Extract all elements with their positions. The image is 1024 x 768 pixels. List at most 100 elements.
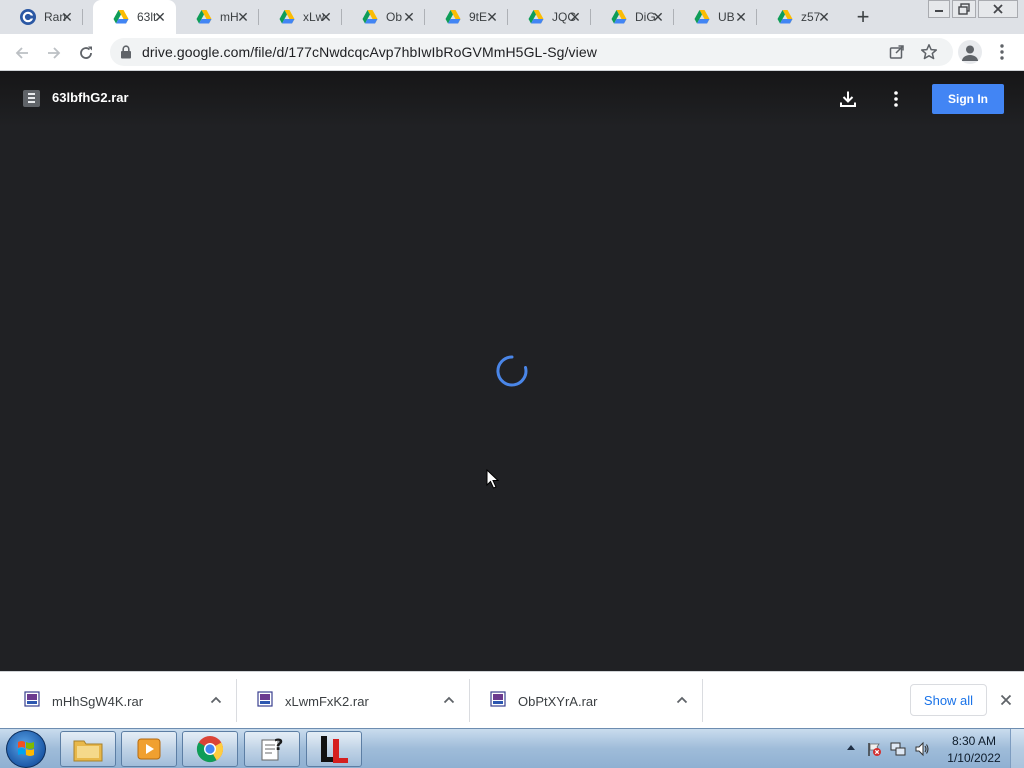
taskbar-explorer[interactable]: [60, 731, 116, 767]
account-icon: [962, 45, 978, 61]
google-drive-icon: [611, 10, 627, 24]
windows-taskbar: ? 8:30 AM 1/10/2022: [0, 728, 1024, 768]
loading-spinner-icon: [496, 355, 528, 387]
window-close-button[interactable]: [978, 0, 1018, 18]
taskbar-ll-app[interactable]: [306, 731, 362, 767]
browser-tab[interactable]: 9tE ✕: [425, 0, 508, 34]
tab-close-icon[interactable]: ✕: [59, 9, 75, 25]
clock-date[interactable]: 1/10/2022: [940, 751, 1008, 765]
tab-close-icon[interactable]: ✕: [401, 9, 417, 25]
profile-button[interactable]: [958, 40, 982, 64]
system-tray: 8:30 AM 1/10/2022: [840, 729, 1024, 768]
chrome-c-icon: [20, 9, 36, 25]
browser-tab[interactable]: Ran ✕: [0, 0, 83, 34]
tab-close-icon[interactable]: ✕: [816, 9, 832, 25]
browser-tab[interactable]: Ob ✕: [342, 0, 425, 34]
tab-close-icon[interactable]: ✕: [733, 9, 749, 25]
tab-close-icon[interactable]: ✕: [484, 9, 500, 25]
download-button[interactable]: [836, 87, 860, 111]
reload-button[interactable]: [72, 39, 100, 67]
address-bar[interactable]: drive.google.com/file/d/177cNwdcqcAvp7hb…: [110, 38, 953, 66]
download-icon: [840, 91, 856, 107]
tab-divider: [82, 9, 83, 25]
taskbar-chrome[interactable]: [182, 731, 238, 767]
kebab-menu-icon: [1000, 44, 1004, 60]
taskbar-media-player[interactable]: [121, 731, 177, 767]
zip-icon: [28, 93, 35, 103]
windows-explorer-icon: [73, 740, 103, 762]
download-file-name: xLwmFxK2.rar: [285, 694, 369, 709]
more-actions-button[interactable]: [884, 87, 908, 111]
download-item[interactable]: xLwmFxK2.rar: [237, 679, 470, 722]
lock-icon[interactable]: [120, 45, 132, 59]
close-download-shelf-button[interactable]: [998, 692, 1014, 708]
restore-icon: [958, 3, 970, 15]
tab-close-icon[interactable]: ✕: [650, 9, 666, 25]
volume-icon[interactable]: [914, 741, 930, 757]
tab-close-icon[interactable]: ✕: [318, 9, 334, 25]
help-document-icon: ?: [261, 735, 283, 761]
window-restore-button[interactable]: [952, 0, 976, 18]
ll-app-icon: [321, 736, 348, 763]
google-drive-icon: [694, 10, 710, 24]
tab-close-icon[interactable]: ✕: [152, 9, 168, 25]
chevron-up-icon[interactable]: [442, 693, 456, 707]
minimize-icon: [935, 10, 943, 12]
url-text[interactable]: drive.google.com/file/d/177cNwdcqcAvp7hb…: [142, 44, 597, 60]
google-drive-icon: [279, 10, 295, 24]
google-drive-icon: [196, 10, 212, 24]
close-icon: [1000, 694, 1012, 706]
winrar-file-icon: [490, 691, 506, 707]
google-drive-icon: [362, 10, 378, 24]
windows-logo-icon: [18, 741, 34, 756]
kebab-menu-icon: [894, 91, 898, 107]
network-icon[interactable]: [890, 741, 906, 757]
winrar-file-icon: [24, 691, 40, 707]
media-player-icon: [137, 738, 161, 760]
new-tab-button[interactable]: +: [851, 4, 875, 29]
winrar-file-icon: [257, 691, 273, 707]
google-drive-icon: [113, 10, 129, 24]
browser-tab[interactable]: DiG ✕: [591, 0, 674, 34]
download-file-name: ObPtXYrA.rar: [518, 694, 598, 709]
sign-in-button[interactable]: Sign In: [932, 84, 1004, 114]
clock-time[interactable]: 8:30 AM: [940, 734, 1008, 748]
arrow-left-icon: [15, 47, 28, 59]
browser-toolbar: drive.google.com/file/d/177cNwdcqcAvp7hb…: [0, 34, 1024, 71]
close-icon: [993, 4, 1003, 14]
download-item[interactable]: ObPtXYrA.rar: [470, 679, 703, 722]
show-desktop-button[interactable]: [1010, 729, 1024, 768]
back-button[interactable]: [8, 39, 36, 67]
share-icon[interactable]: [888, 43, 906, 61]
browser-tab[interactable]: z57 ✕: [757, 0, 840, 34]
download-file-name: mHhSgW4K.rar: [52, 694, 144, 709]
browser-menu-button[interactable]: [990, 40, 1014, 64]
browser-tab[interactable]: UB ✕: [674, 0, 757, 34]
google-drive-icon: [445, 10, 461, 24]
svg-text:?: ?: [274, 735, 283, 754]
start-button[interactable]: [6, 730, 46, 768]
browser-tab[interactable]: mH ✕: [176, 0, 259, 34]
download-item[interactable]: mHhSgW4K.rar: [4, 679, 237, 722]
chevron-up-icon[interactable]: [675, 693, 689, 707]
archive-file-icon: [23, 90, 40, 107]
bookmark-star-icon[interactable]: [920, 43, 938, 61]
mouse-cursor-icon: [486, 469, 499, 489]
forward-button[interactable]: [40, 39, 68, 67]
show-all-downloads-button[interactable]: Show all: [910, 684, 987, 716]
drive-file-viewer: 63lbfhG2.rar Sign In: [0, 71, 1024, 671]
viewer-header: 63lbfhG2.rar Sign In: [0, 71, 1024, 127]
browser-tab[interactable]: xLw ✕: [259, 0, 342, 34]
chrome-icon: [196, 736, 224, 763]
tab-close-icon[interactable]: ✕: [235, 9, 251, 25]
action-center-flag-icon[interactable]: [866, 741, 882, 757]
tab-close-icon[interactable]: ✕: [567, 9, 583, 25]
window-minimize-button[interactable]: [928, 0, 950, 18]
show-hidden-icons-icon[interactable]: [846, 743, 856, 751]
browser-tab[interactable]: JQC ✕: [508, 0, 591, 34]
browser-tab-active[interactable]: 63lt ✕: [93, 0, 176, 34]
taskbar-help[interactable]: ?: [244, 731, 300, 767]
google-drive-icon: [528, 10, 544, 24]
file-name: 63lbfhG2.rar: [52, 90, 129, 105]
chevron-up-icon[interactable]: [209, 693, 223, 707]
